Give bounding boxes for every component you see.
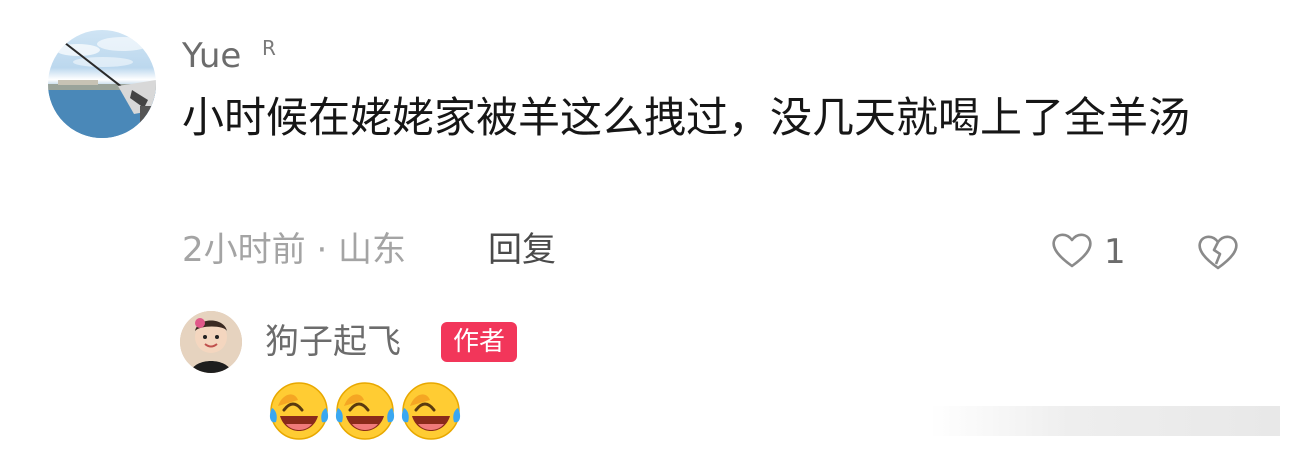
time-location: 2小时前 · 山东 [182,230,407,270]
avatar[interactable] [48,30,156,138]
author-badge: 作者 [441,322,518,362]
comment-text: 小时候在姥姥家被羊这么拽过，没几天就喝上了全羊汤 [182,93,1191,142]
broken-heart-icon[interactable] [1196,232,1240,276]
reply-emojis [268,380,462,442]
crying-laughing-emoji-icon [401,382,461,440]
fade-overlay [930,406,1280,436]
crying-laughing-emoji-icon [335,382,395,440]
user-badge: R [262,36,276,60]
like-button[interactable]: 1 [1050,230,1126,274]
heart-icon [1050,230,1094,274]
like-count: 1 [1104,232,1126,272]
reply-username[interactable]: 狗子起飞 [265,319,401,365]
reply-avatar[interactable] [180,311,242,373]
username[interactable]: Yue [182,34,241,78]
crying-laughing-emoji-icon [269,382,329,440]
comment-item: Yue R 小时候在姥姥家被羊这么拽过，没几天就喝上了全羊汤 2小时前 · 山东… [0,0,1290,452]
reply-button[interactable]: 回复 [488,226,556,274]
